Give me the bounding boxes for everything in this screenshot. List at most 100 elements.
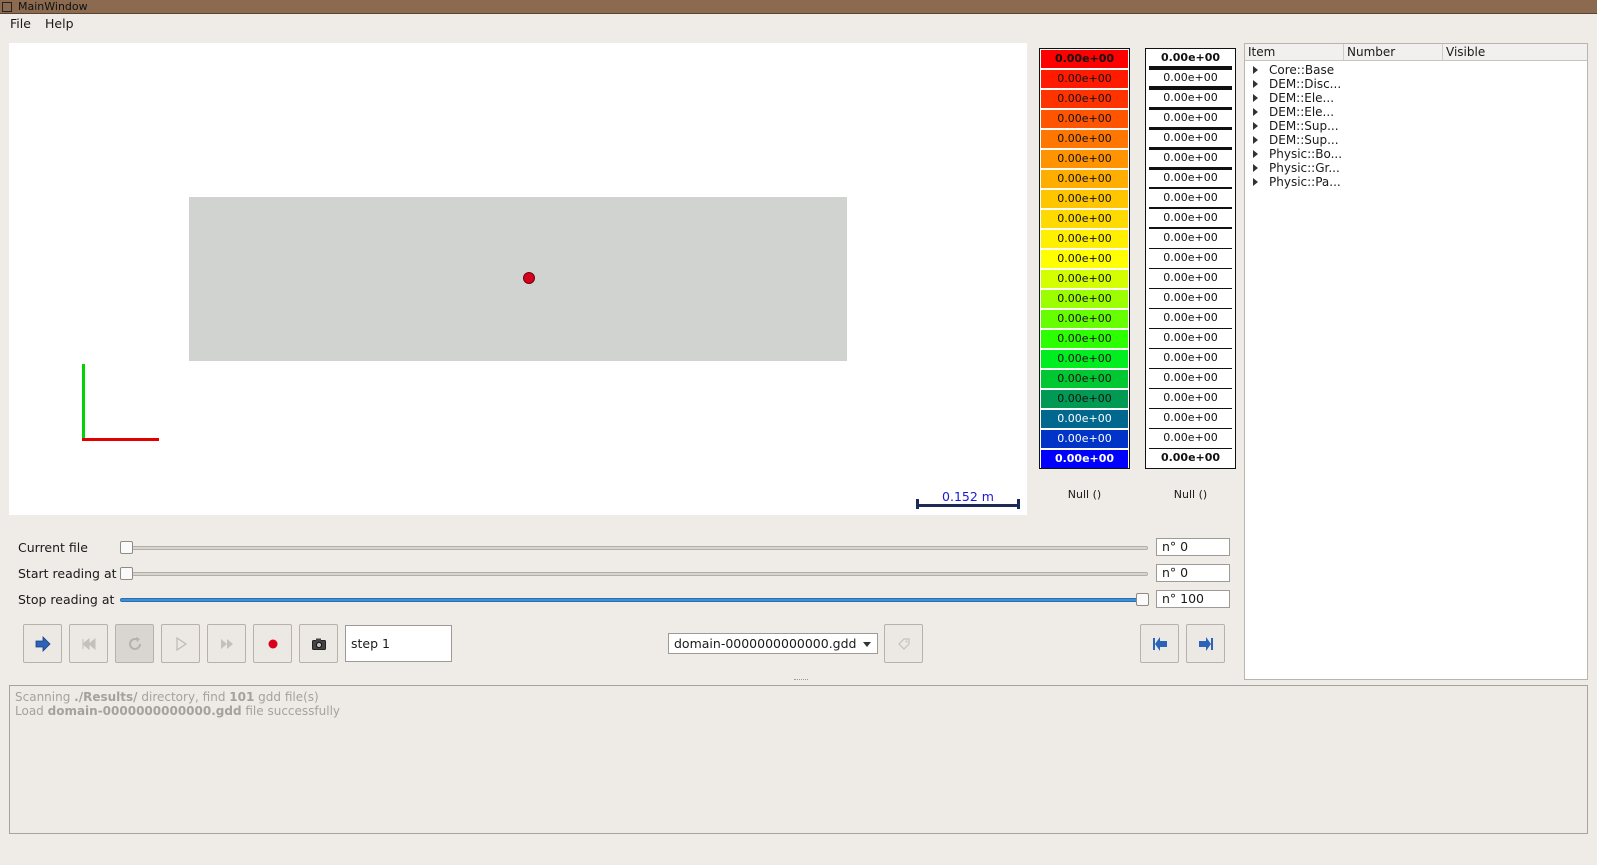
record-button[interactable] xyxy=(253,624,292,663)
current-file-label: Current file xyxy=(18,540,88,555)
first-step-button[interactable] xyxy=(69,624,108,663)
step-input[interactable]: step 1 xyxy=(345,625,452,662)
tree-item[interactable]: DEM::Sup... xyxy=(1245,119,1587,133)
color-legend-label: Null () xyxy=(1067,488,1102,501)
thickness-legend-cell: 0.00e+00 xyxy=(1160,451,1221,464)
thickness-legend-cell: 0.00e+00 xyxy=(1163,91,1218,104)
color-legend: 0.00e+00 0.00e+00 0.00e+00 0.00e+00 0.00e+00… xyxy=(1039,48,1130,469)
y-axis-indicator xyxy=(82,364,85,441)
thickness-legend-cell: 0.00e+00 xyxy=(1163,291,1218,304)
item-tree[interactable]: Item Number Visible Core::Base DEM::Disc.… xyxy=(1244,43,1588,680)
particle xyxy=(523,272,535,284)
next-step-button[interactable] xyxy=(23,624,62,663)
thickness-legend-label: Null () xyxy=(1173,488,1208,501)
expand-arrow-icon[interactable] xyxy=(1253,178,1258,186)
expand-arrow-icon[interactable] xyxy=(1253,80,1258,88)
color-legend-cell: 0.00e+00 xyxy=(1041,270,1128,288)
scale-bar: 0.152 m xyxy=(916,489,1020,509)
start-reading-slider[interactable] xyxy=(120,572,1148,576)
stop-reading-label: Stop reading at xyxy=(18,592,115,607)
thickness-legend: 0.00e+00 0.00e+00 0.00e+00 0.00e+00 0.00e+00… xyxy=(1145,48,1236,469)
skip-first-icon xyxy=(82,637,96,651)
record-icon xyxy=(268,639,278,649)
color-legend-cell: 0.00e+00 xyxy=(1041,330,1128,348)
start-reading-spinbox[interactable]: n° 0 xyxy=(1156,564,1230,582)
start-reading-slider-handle[interactable] xyxy=(120,567,133,580)
expand-arrow-icon[interactable] xyxy=(1253,108,1258,116)
thickness-legend-cell: 0.00e+00 xyxy=(1163,271,1218,284)
stop-reading-spinbox[interactable]: n° 100 xyxy=(1156,590,1230,608)
expand-arrow-icon[interactable] xyxy=(1253,122,1258,130)
tree-item[interactable]: Physic::Bo... xyxy=(1245,147,1587,161)
previous-file-button[interactable] xyxy=(1140,624,1179,663)
thickness-legend-cell: 0.00e+00 xyxy=(1163,191,1218,204)
tree-item[interactable]: DEM::Ele... xyxy=(1245,91,1587,105)
color-legend-cell: 0.00e+00 xyxy=(1041,410,1128,428)
panel-splitter[interactable] xyxy=(1241,350,1243,370)
splitter-grip[interactable] xyxy=(794,679,808,682)
expand-arrow-icon[interactable] xyxy=(1253,136,1258,144)
tree-item[interactable]: Core::Base xyxy=(1245,63,1587,77)
camera-icon xyxy=(312,638,326,650)
reload-button[interactable] xyxy=(115,624,154,663)
thickness-legend-cell: 0.00e+00 xyxy=(1163,211,1218,224)
column-number[interactable]: Number xyxy=(1344,44,1443,61)
expand-arrow-icon[interactable] xyxy=(1253,66,1258,74)
current-file-spinbox[interactable]: n° 0 xyxy=(1156,538,1230,556)
color-legend-cell: 0.00e+00 xyxy=(1041,50,1128,68)
3d-viewport[interactable]: 0.152 m xyxy=(9,43,1027,515)
file-select-combo[interactable]: domain-0000000000000.gdd xyxy=(668,633,878,654)
thickness-legend-cell: 0.00e+00 xyxy=(1163,351,1218,364)
menu-bar: File Help xyxy=(0,14,1597,34)
color-legend-cell: 0.00e+00 xyxy=(1041,130,1128,148)
scale-bar-tick xyxy=(1017,499,1020,509)
expand-arrow-icon[interactable] xyxy=(1253,150,1258,158)
play-icon xyxy=(176,636,188,652)
window-menu-icon[interactable] xyxy=(2,2,12,12)
column-item[interactable]: Item xyxy=(1245,44,1344,61)
thickness-legend-cell: 0.00e+00 xyxy=(1163,331,1218,344)
color-legend-cell: 0.00e+00 xyxy=(1041,70,1128,88)
log-line: Load domain-0000000000000.gdd file succe… xyxy=(15,704,341,718)
thickness-legend-cell: 0.00e+00 xyxy=(1163,151,1218,164)
color-legend-cell: 0.00e+00 xyxy=(1041,250,1128,268)
tree-item[interactable]: DEM::Disc... xyxy=(1245,77,1587,91)
load-file-button[interactable] xyxy=(884,624,923,663)
play-button[interactable] xyxy=(161,624,200,663)
next-file-button[interactable] xyxy=(1186,624,1225,663)
color-legend-cell: 0.00e+00 xyxy=(1041,110,1128,128)
tree-item[interactable]: Physic::Pa... xyxy=(1245,175,1587,189)
stop-reading-slider[interactable] xyxy=(120,598,1148,602)
menu-file[interactable]: File xyxy=(10,16,31,32)
column-visible[interactable]: Visible xyxy=(1443,44,1587,61)
screenshot-button[interactable] xyxy=(299,624,338,663)
first-file-icon xyxy=(1153,637,1167,651)
thickness-legend-cell: 0.00e+00 xyxy=(1163,431,1218,444)
expand-arrow-icon[interactable] xyxy=(1253,94,1258,102)
thickness-legend-cell: 0.00e+00 xyxy=(1163,371,1218,384)
color-legend-cell: 0.00e+00 xyxy=(1041,370,1128,388)
stop-reading-slider-handle[interactable] xyxy=(1136,593,1149,606)
color-legend-cell: 0.00e+00 xyxy=(1041,450,1128,468)
current-file-slider-handle[interactable] xyxy=(120,541,133,554)
scale-bar-label: 0.152 m xyxy=(942,489,994,504)
log-line: Scanning ./Results/ directory, find 101 … xyxy=(15,690,319,704)
last-file-icon xyxy=(1199,637,1213,651)
title-bar: MainWindow xyxy=(0,0,1597,14)
tree-item-label: Core::Base xyxy=(1269,63,1335,77)
thickness-legend-cell: 0.00e+00 xyxy=(1163,251,1218,264)
color-legend-cell: 0.00e+00 xyxy=(1041,290,1128,308)
tree-item[interactable]: DEM::Ele... xyxy=(1245,105,1587,119)
tree-item[interactable]: DEM::Sup... xyxy=(1245,133,1587,147)
tree-item[interactable]: Physic::Gr... xyxy=(1245,161,1587,175)
current-file-slider[interactable] xyxy=(120,546,1148,550)
window-title: MainWindow xyxy=(18,0,88,13)
chevron-down-icon xyxy=(863,642,871,647)
last-step-button[interactable] xyxy=(207,624,246,663)
scale-bar-tick xyxy=(916,499,919,509)
thickness-legend-cell: 0.00e+00 xyxy=(1163,311,1218,324)
tree-item-label: DEM::Disc... xyxy=(1269,77,1342,91)
menu-help[interactable]: Help xyxy=(45,16,74,32)
expand-arrow-icon[interactable] xyxy=(1253,164,1258,172)
start-reading-label: Start reading at xyxy=(18,566,117,581)
